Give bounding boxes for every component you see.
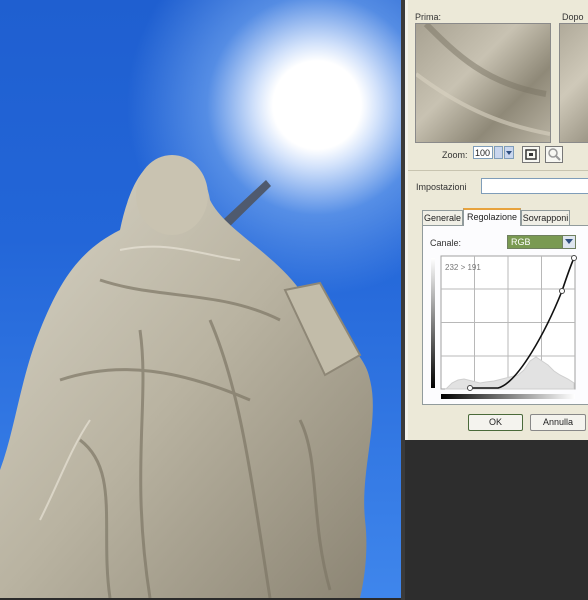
before-texture	[416, 24, 550, 136]
workspace-background	[405, 440, 588, 600]
curves-editor[interactable]	[428, 253, 580, 403]
image-preview	[0, 0, 401, 598]
after-preview[interactable]	[559, 23, 588, 143]
statue-photo	[0, 155, 373, 598]
settings-input[interactable]	[481, 178, 588, 194]
zoom-label: Zoom:	[442, 150, 468, 160]
fit-button[interactable]	[522, 146, 540, 163]
before-label: Prima:	[415, 12, 442, 22]
cancel-button[interactable]: Annulla	[530, 414, 586, 431]
tab-regolazione[interactable]: Regolazione	[463, 208, 521, 226]
zoom-dropdown[interactable]	[504, 146, 514, 159]
fit-to-window-icon	[525, 149, 537, 160]
zoom-input[interactable]: 100	[473, 146, 493, 159]
divider	[408, 170, 588, 171]
after-label: Dopo	[562, 12, 584, 22]
curve-readout: 232 > 191	[445, 263, 481, 272]
curve-point[interactable]	[467, 385, 473, 391]
channel-label: Canale:	[430, 238, 462, 248]
settings-label: Impostazioni	[416, 182, 467, 192]
tab-generale[interactable]: Generale	[422, 210, 463, 225]
chevron-down-icon	[565, 239, 573, 244]
magnifier-icon	[548, 148, 561, 161]
curve-point[interactable]	[559, 288, 565, 294]
input-gradient	[431, 258, 435, 388]
zoom-spinner[interactable]	[494, 146, 503, 159]
before-preview[interactable]	[415, 23, 551, 143]
ok-button[interactable]: OK	[468, 414, 523, 431]
curve-point[interactable]	[571, 255, 577, 261]
chevron-down-icon	[506, 151, 512, 155]
zoom-tool-button[interactable]	[545, 146, 563, 163]
tab-sovrapponi[interactable]: Sovrapponi	[521, 210, 570, 225]
output-gradient	[441, 394, 575, 399]
channel-dropdown-button[interactable]	[562, 235, 576, 249]
